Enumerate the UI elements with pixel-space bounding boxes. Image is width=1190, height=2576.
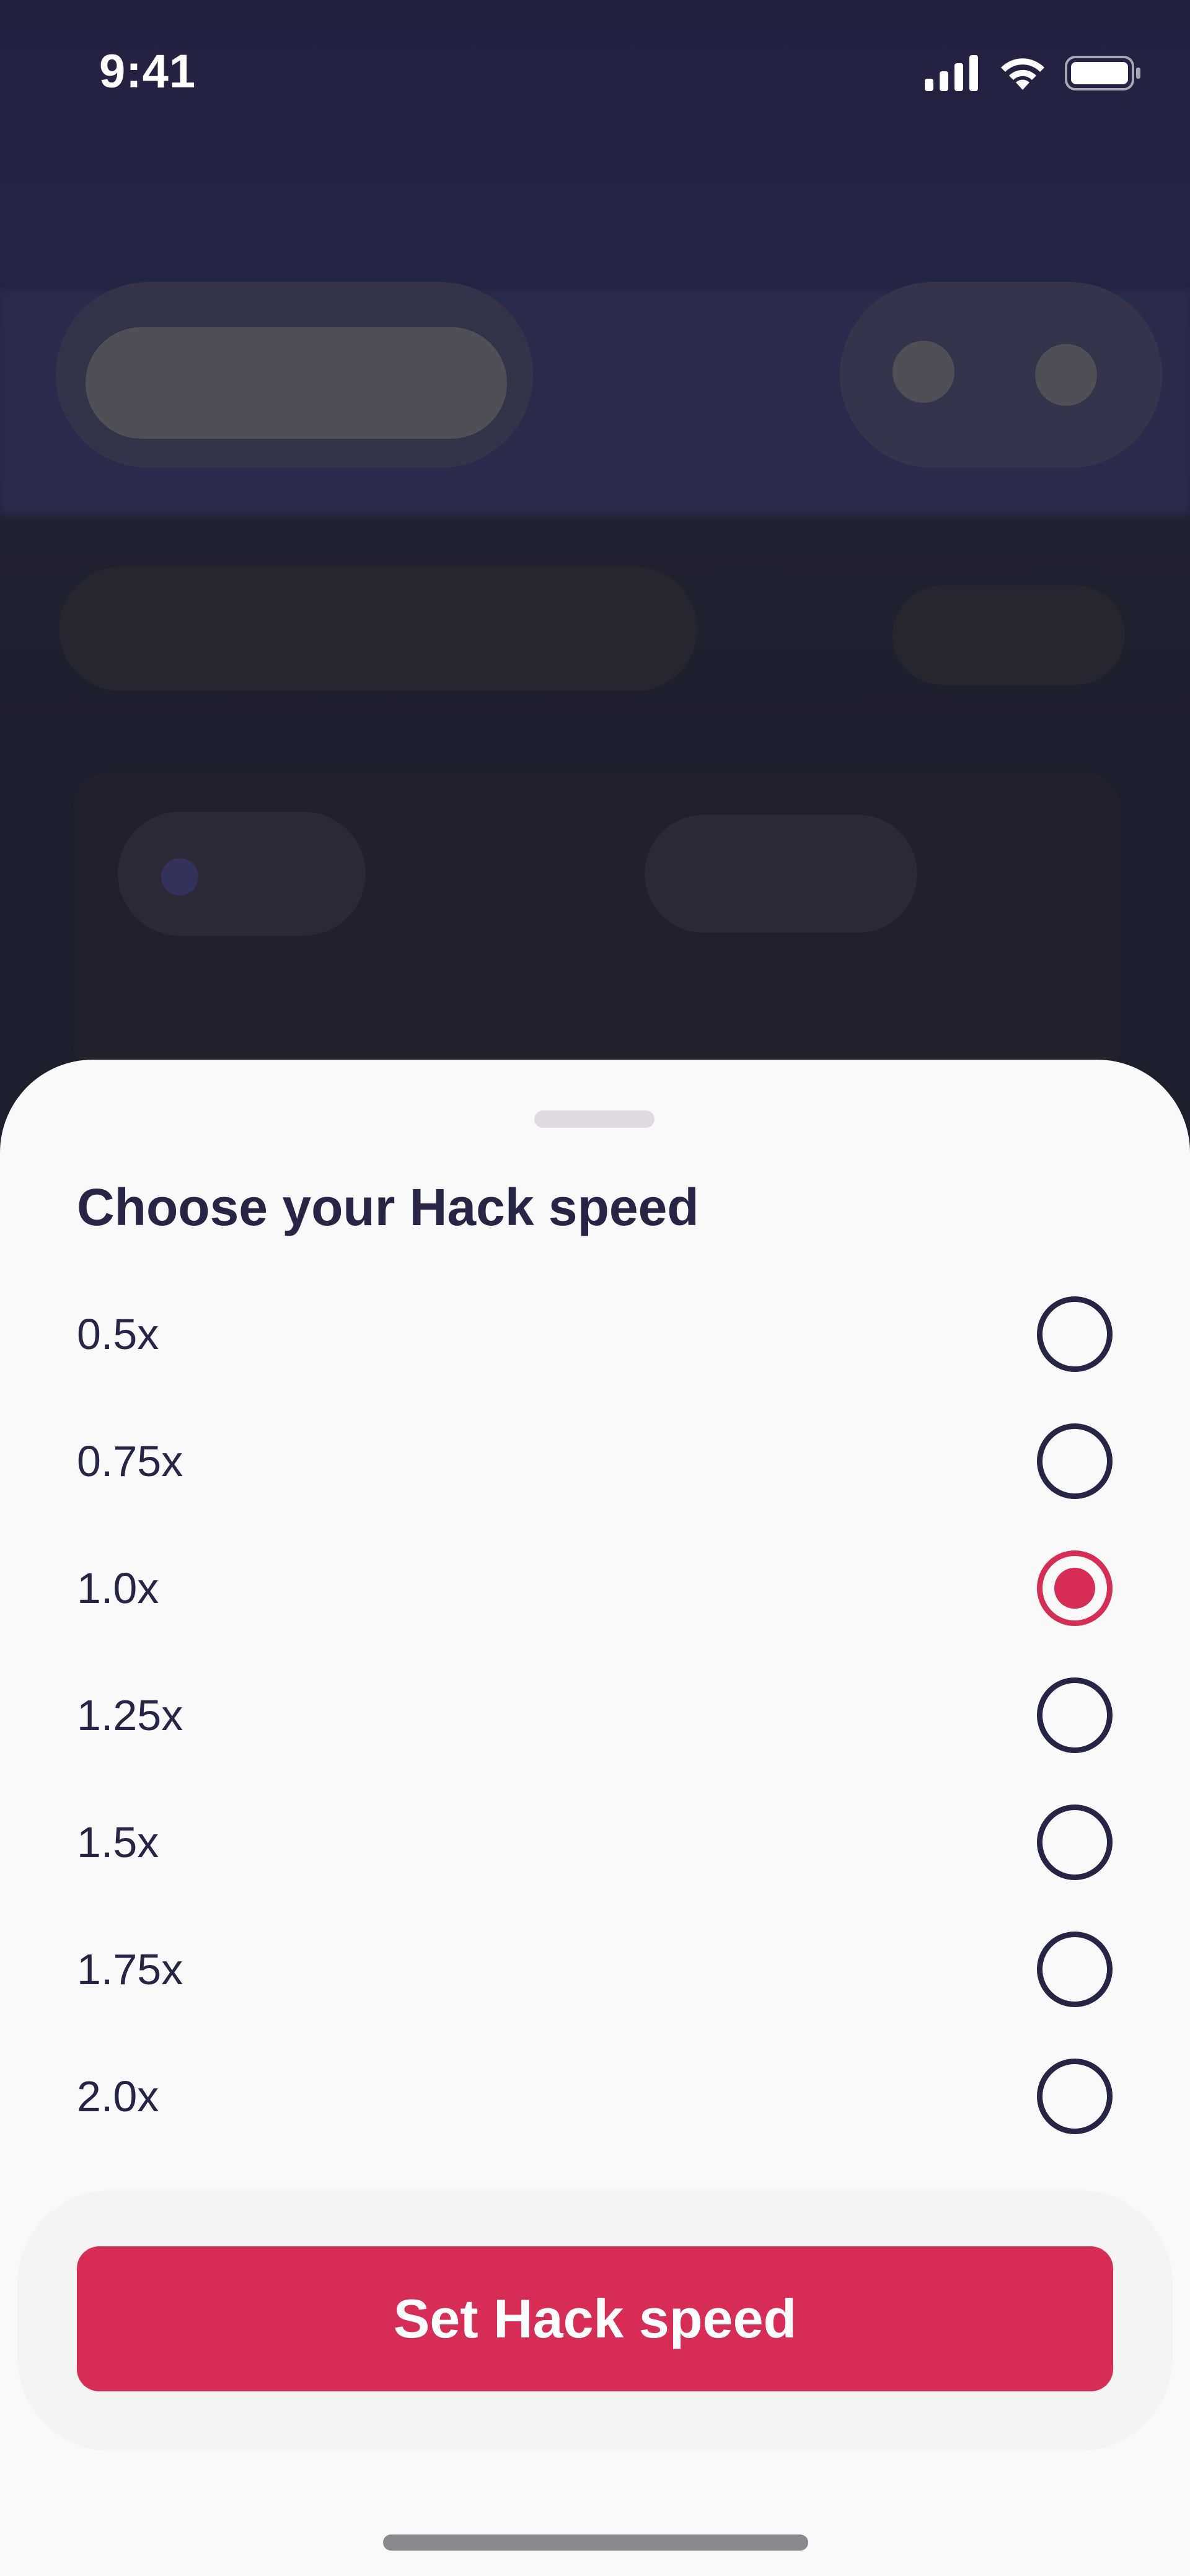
status-bar: 9:41 [0,0,1190,149]
background-row-shape [118,812,366,936]
radio-button-unchecked[interactable] [1037,1931,1113,2007]
background-app-overlay [0,0,1190,1091]
cellular-signal-icon [925,55,978,91]
speed-option-label: 1.25x [77,1690,183,1739]
background-dot [1035,344,1097,406]
radio-button-unchecked[interactable] [1037,1804,1113,1880]
speed-option-0-75x[interactable]: 0.75x [0,1397,1190,1524]
radio-button-unchecked[interactable] [1037,2058,1113,2134]
speed-option-label: 1.0x [77,1563,159,1612]
status-time: 9:41 [99,45,196,98]
battery-icon [1065,56,1140,90]
background-toggle-shape [840,282,1162,468]
set-hack-speed-button[interactable]: Set Hack speed [77,2246,1113,2391]
speed-option-label: 1.75x [77,1945,183,1994]
wifi-icon [1001,58,1044,90]
radio-button-checked[interactable] [1037,1550,1113,1626]
sheet-title: Choose your Hack speed [77,1178,699,1236]
status-icons [925,53,1142,93]
radio-button-unchecked[interactable] [1037,1296,1113,1372]
radio-button-unchecked[interactable] [1037,1677,1113,1753]
speed-option-1-75x[interactable]: 1.75x [0,1906,1190,2033]
background-row-shape [59,567,697,691]
speed-option-2-0x[interactable]: 2.0x [0,2033,1190,2160]
radio-button-unchecked[interactable] [1037,1423,1113,1499]
speed-option-label: 0.75x [77,1436,183,1485]
home-indicator[interactable] [383,2534,808,2551]
speed-option-label: 0.5x [77,1309,159,1358]
speed-option-0-5x[interactable]: 0.5x [0,1270,1190,1397]
speed-option-label: 2.0x [77,2072,159,2121]
background-row-shape [645,815,917,933]
speed-option-1-25x[interactable]: 1.25x [0,1651,1190,1778]
background-dot [161,858,198,895]
speed-option-1-0x[interactable]: 1.0x [0,1524,1190,1651]
sheet-grabber-handle[interactable] [534,1110,654,1128]
background-dot [892,341,954,403]
speed-option-label: 1.5x [77,1818,159,1866]
background-pill-inner [86,327,507,439]
speed-bottom-sheet: Choose your Hack speed 0.5x 0.75x 1.0x 1… [0,1060,1190,2576]
speed-option-1-5x[interactable]: 1.5x [0,1778,1190,1906]
background-row-shape [892,586,1125,685]
